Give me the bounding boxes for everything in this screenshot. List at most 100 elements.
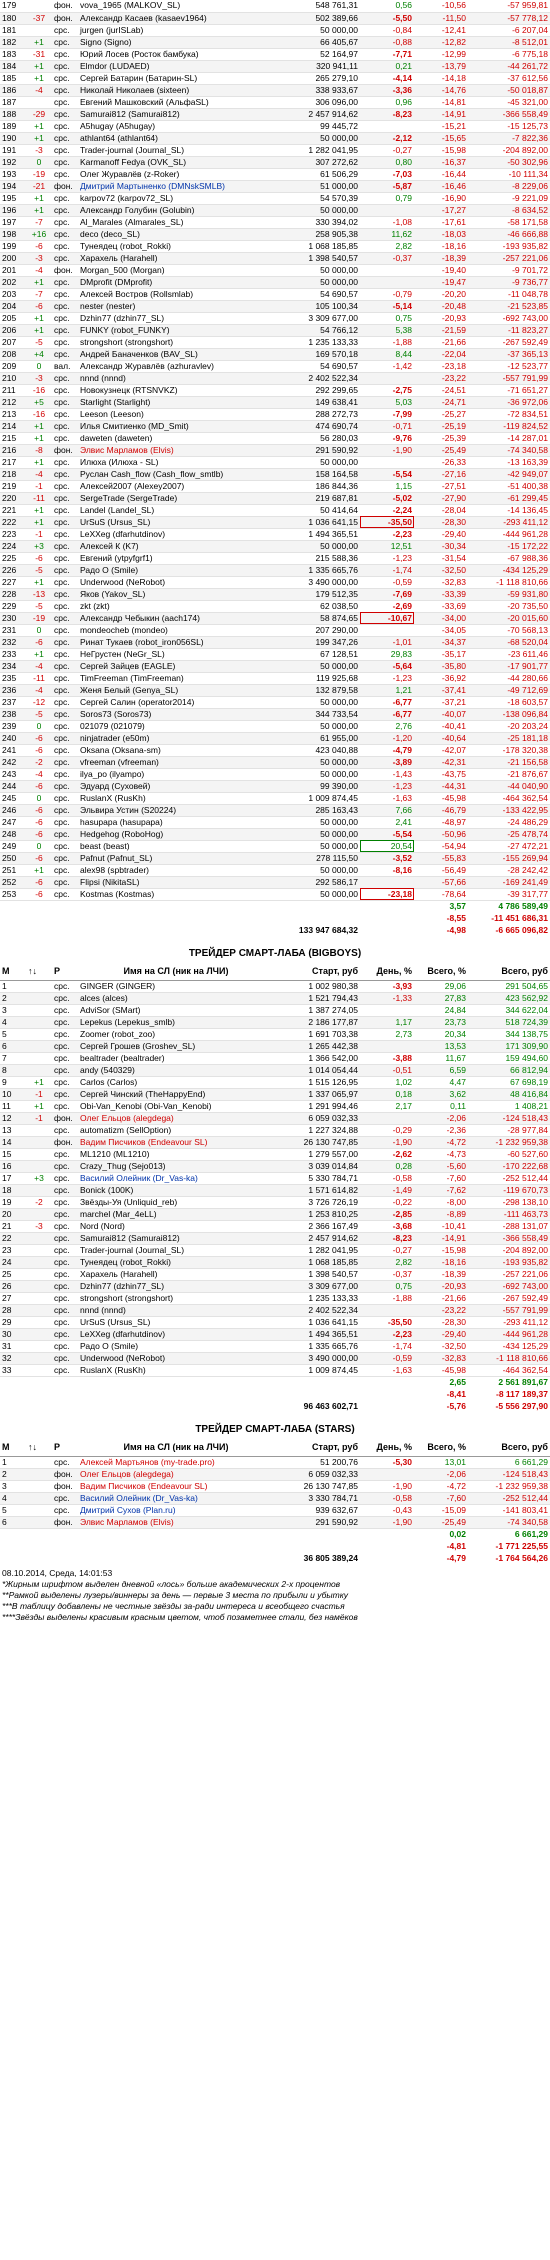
bigboys-cell-name[interactable]: Carlos (Carlos) [78, 1076, 274, 1089]
main-cell-name[interactable]: vfreeman (vfreeman) [78, 756, 274, 769]
main-cell-name[interactable]: A5hugay (A5hugay) [78, 120, 274, 133]
bigboys-cell-name[interactable]: Сергей Грошев (Groshev_SL) [78, 1040, 274, 1053]
main-cell-name[interactable]: Al_Marales (Almarales_SL) [78, 216, 274, 229]
main-cell-name[interactable]: RuslanX (RusKh) [78, 792, 274, 805]
main-cell-name[interactable]: Илюха (Илюха - SL) [78, 456, 274, 469]
stars-cell-name[interactable]: Дмитрий Сухов (Plan.ru) [78, 1504, 274, 1517]
bigboys-cell-name[interactable]: Obi-Van_Kenobi (Obi-Van_Kenobi) [78, 1100, 274, 1113]
main-cell-name[interactable]: Алексей К (K7) [78, 540, 274, 553]
bigboys-cell-name[interactable]: strongshort (strongshort) [78, 1292, 274, 1305]
bigboys-cell-name[interactable]: Вадим Писчиков (Endeavour SL) [78, 1136, 274, 1149]
bigboys-cell-name[interactable]: Trader-journal (Journal_SL) [78, 1244, 274, 1257]
main-cell-name[interactable]: Karmanoff Fedya (OVK_SL) [78, 156, 274, 169]
main-cell-name[interactable]: DMprofit (DMprofit) [78, 276, 274, 289]
bigboys-cell-name[interactable]: nnnd (nnnd) [78, 1304, 274, 1317]
bigboys-cell-name[interactable]: Звёзды-Уя (Unliquid_reb) [78, 1196, 274, 1209]
main-cell-name[interactable]: LeXXeg (dfarhutdinov) [78, 528, 274, 541]
main-cell-name[interactable]: Алексей2007 (Alexey2007) [78, 480, 274, 493]
bigboys-cell-name[interactable]: automatizm (SellOption) [78, 1124, 274, 1137]
bigboys-cell-name[interactable]: Dzhin77 (dzhin77_SL) [78, 1280, 274, 1293]
main-cell-name[interactable]: Kostmas (Kostmas) [78, 888, 274, 901]
main-cell-name[interactable]: vova_1965 (MALKOV_SL) [78, 0, 274, 13]
main-cell-name[interactable]: FUNKY (robot_FUNKY) [78, 324, 274, 337]
main-cell-name[interactable]: Hedgehog (RoboHog) [78, 828, 274, 841]
bigboys-cell-name[interactable]: Василий Олейник (Dr_Vas-ka) [78, 1172, 274, 1185]
main-cell-name[interactable]: Elmdor (LUDAED) [78, 60, 274, 73]
stars-cell-name[interactable]: Элвис Марламов (Elvis) [78, 1516, 274, 1529]
main-cell-name[interactable]: jurgen (jurISLab) [78, 24, 274, 37]
main-cell-name[interactable]: Эдуард (Суховей) [78, 780, 274, 793]
bigboys-cell-name[interactable]: ML1210 (ML1210) [78, 1148, 274, 1161]
stars-cell-name[interactable]: Олег Ельцов (alegdega) [78, 1468, 274, 1481]
main-cell-name[interactable]: Руслан Cash_flow (Cash_flow_smtlb) [78, 468, 274, 481]
bigboys-cell-name[interactable]: Сергей Чинский (TheHappyEnd) [78, 1088, 274, 1101]
main-cell-name[interactable]: Олег Журавлёв (z-Roker) [78, 168, 274, 181]
stars-cell-name[interactable]: Василий Олейник (Dr_Vas-ka) [78, 1492, 274, 1505]
main-cell-name[interactable]: Flipsi (NikitaSL) [78, 876, 274, 889]
main-cell-name[interactable]: Samurai812 (Samurai812) [78, 108, 274, 121]
main-cell-name[interactable]: Элвис Марламов (Elvis) [78, 444, 274, 457]
main-cell-name[interactable]: TimFreeman (TimFreeman) [78, 672, 274, 685]
main-cell-name[interactable]: Signo (Signo) [78, 36, 274, 49]
bigboys-cell-name[interactable]: GINGER (GINGER) [78, 980, 274, 993]
main-cell-name[interactable]: Сергей Салин (operator2014) [78, 696, 274, 709]
stars-cell-name[interactable]: Вадим Писчиков (Endeavour SL) [78, 1480, 274, 1493]
bigboys-cell-name[interactable]: Crazy_Thug (Sejo013) [78, 1160, 274, 1173]
main-cell-name[interactable]: athlant64 (athlant64) [78, 132, 274, 145]
main-cell-name[interactable]: 021079 (021079) [78, 720, 274, 733]
main-cell-name[interactable]: Тунеядец (robot_Rokki) [78, 240, 274, 253]
main-cell-name[interactable]: Dzhin77 (dzhin77_SL) [78, 312, 274, 325]
main-cell-name[interactable]: Сергей Зайцев (EAGLE) [78, 660, 274, 673]
bigboys-cell-name[interactable]: Bonick (100K) [78, 1184, 274, 1197]
main-cell-name[interactable]: Эльвира Устин (S20224) [78, 804, 274, 817]
bigboys-cell-name[interactable]: AdviSor (SMart) [78, 1004, 274, 1017]
main-cell-name[interactable]: Сергей Батарин (Батарин-SL) [78, 72, 274, 85]
bigboys-cell-name[interactable]: RuslanX (RusKh) [78, 1364, 274, 1377]
main-cell-name[interactable]: karpov72 (karpov72_SL) [78, 192, 274, 205]
main-cell-name[interactable]: deco (deco_SL) [78, 228, 274, 241]
main-cell-name[interactable]: Ринат Тукаев (robot_iron056SL) [78, 636, 274, 649]
main-cell-name[interactable]: mondeocheb (mondeo) [78, 624, 274, 637]
main-cell-name[interactable]: Женя Белый (Genya_SL) [78, 684, 274, 697]
main-cell-name[interactable]: Александр Чебыкин (aach174) [78, 612, 274, 625]
main-cell-name[interactable]: hasupapa (hasupapa) [78, 816, 274, 829]
main-cell-name[interactable]: SergeTrade (SergeTrade) [78, 492, 274, 505]
main-cell-name[interactable]: Trader-journal (Journal_SL) [78, 144, 274, 157]
main-cell-name[interactable]: beast (beast) [78, 840, 274, 853]
main-cell-name[interactable]: strongshort (strongshort) [78, 336, 274, 349]
bigboys-cell-name[interactable]: marchel (Mar_4eLL) [78, 1208, 274, 1221]
main-cell-name[interactable]: Андрей Баначенков (BAV_SL) [78, 348, 274, 361]
main-cell-name[interactable]: Евгений Машковский (АльфаSL) [78, 96, 274, 109]
main-cell-name[interactable]: Underwood (NeRobot) [78, 576, 274, 589]
bigboys-cell-name[interactable]: Олег Ельцов (alegdega) [78, 1112, 274, 1125]
main-cell-name[interactable]: Pafnut (Pafnut_SL) [78, 852, 274, 865]
main-cell-name[interactable]: ilya_po (ilyampo) [78, 768, 274, 781]
bigboys-cell-name[interactable]: Nord (Nord) [78, 1220, 274, 1233]
bigboys-cell-name[interactable]: Lepekus (Lepekus_smlb) [78, 1016, 274, 1029]
main-cell-name[interactable]: Юрий Лосев (Росток бамбука) [78, 48, 274, 61]
main-cell-name[interactable]: Starlight (Starlight) [78, 396, 274, 409]
main-cell-name[interactable]: Новокузнецк (RTSNVKZ) [78, 384, 274, 397]
bigboys-cell-name[interactable]: Тунеядец (robot_Rokki) [78, 1256, 274, 1269]
main-cell-name[interactable]: Николай Николаев (sixteen) [78, 84, 274, 97]
bigboys-cell-name[interactable]: LeXXeg (dfarhutdinov) [78, 1328, 274, 1341]
main-cell-name[interactable]: alex98 (spbtrader) [78, 864, 274, 877]
main-cell-name[interactable]: nnnd (nnnd) [78, 372, 274, 385]
bigboys-cell-name[interactable]: Underwood (NeRobot) [78, 1352, 274, 1365]
main-cell-name[interactable]: Евгений (ytpyfgrf1) [78, 552, 274, 565]
main-cell-name[interactable]: Александр Касаев (kasaev1964) [78, 12, 274, 25]
bigboys-cell-name[interactable]: andy (540329) [78, 1064, 274, 1077]
main-cell-name[interactable]: Александр Журавлёв (azhuravlev) [78, 360, 274, 373]
main-cell-name[interactable]: Landel (Landel_SL) [78, 504, 274, 517]
bigboys-cell-name[interactable]: Харахель (Harahell) [78, 1268, 274, 1281]
main-cell-name[interactable]: ninjatrader (e50m) [78, 732, 274, 745]
bigboys-cell-name[interactable]: Радо О (Smile) [78, 1340, 274, 1353]
bigboys-cell-name[interactable]: alces (alces) [78, 992, 274, 1005]
main-cell-name[interactable]: zkt (zkt) [78, 600, 274, 613]
main-cell-name[interactable]: daweten (daweten) [78, 432, 274, 445]
main-cell-name[interactable]: НеГрустен (NeGr_SL) [78, 648, 274, 661]
stars-cell-name[interactable]: Алексей Мартьянов (my-trade.pro) [78, 1456, 274, 1469]
main-cell-name[interactable]: Алексей Востров (Rollsmlab) [78, 288, 274, 301]
main-cell-name[interactable]: Илья Смитиенко (MD_Smit) [78, 420, 274, 433]
main-cell-name[interactable]: Morgan_500 (Morgan) [78, 264, 274, 277]
